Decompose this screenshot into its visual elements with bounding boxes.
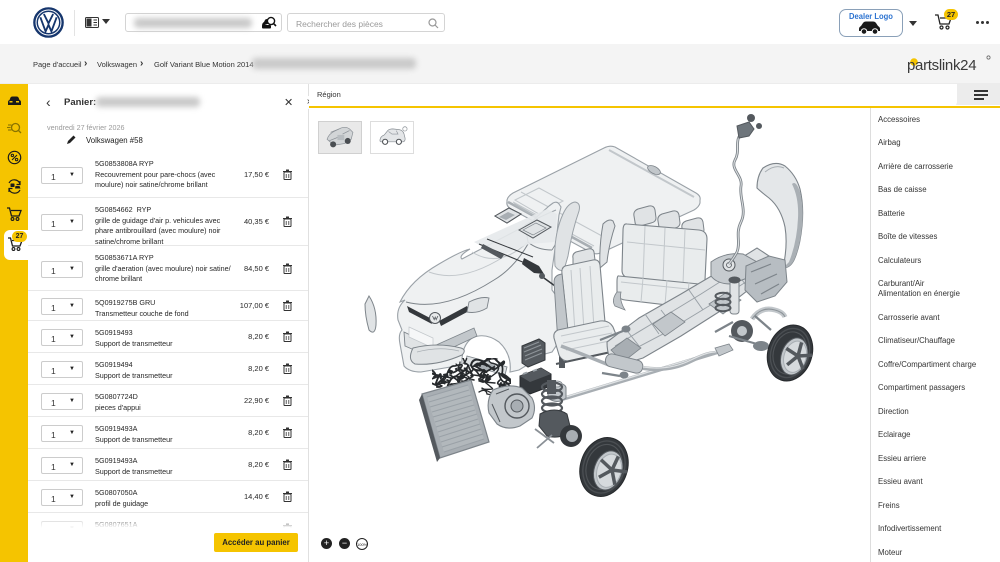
- svg-text:partslink24: partslink24: [907, 57, 976, 74]
